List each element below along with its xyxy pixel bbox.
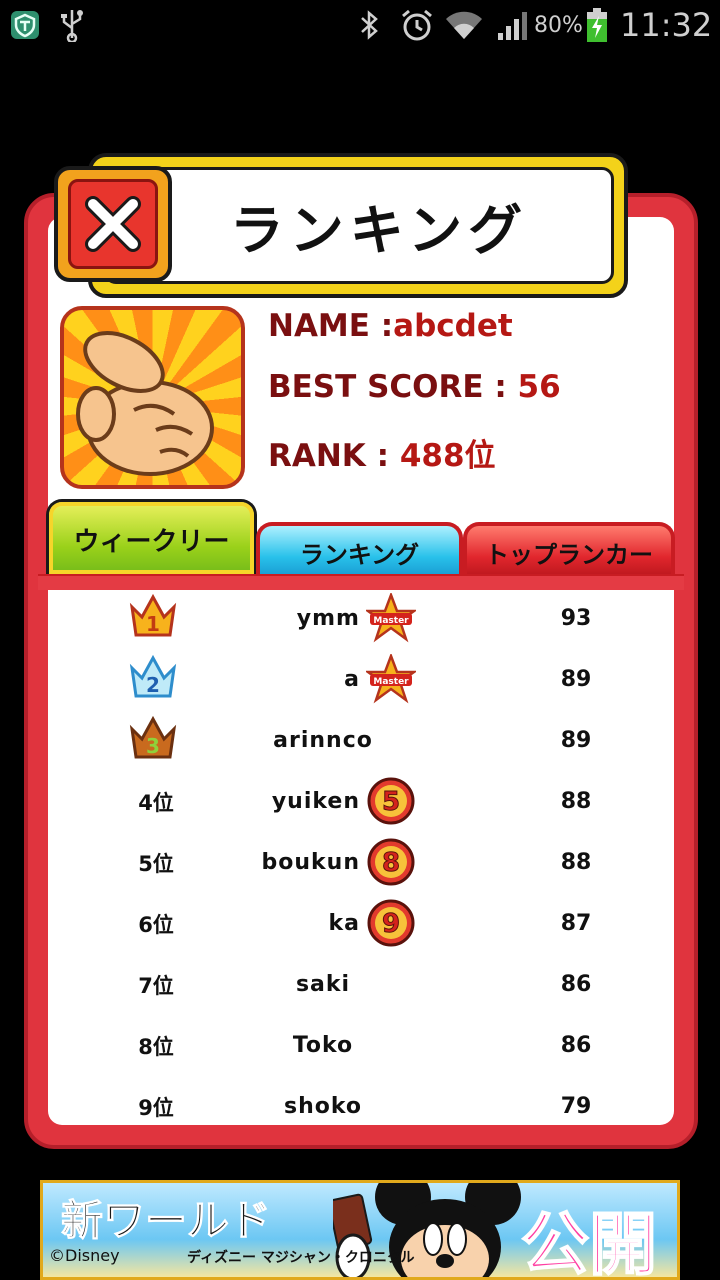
ad-open-text: 公開	[520, 1205, 658, 1280]
rank-label: RANK :	[268, 438, 400, 474]
rank-position: 8位	[138, 1034, 174, 1059]
master-star-badge-icon: Master	[366, 593, 416, 643]
profile-name-value: abcdet	[393, 308, 513, 344]
tab-weekly[interactable]: ウィークリー	[46, 499, 257, 577]
ad-banner[interactable]: 新ワールド 公開 ©Disney ディズニー マジシャン・クロニクル	[40, 1180, 680, 1280]
battery-charging-icon	[584, 8, 610, 42]
player-score: 86	[560, 972, 592, 997]
ranking-row: 9位 shoko 79	[48, 1076, 673, 1128]
ranking-row: 7位 saki 86	[48, 954, 673, 1015]
bluetooth-icon	[354, 8, 384, 42]
crown-rank-number: 1	[146, 612, 160, 636]
pointing-hand-icon	[76, 331, 214, 476]
gold-crown-icon: 1	[129, 593, 177, 637]
shield-icon	[8, 8, 42, 42]
player-score: 89	[560, 667, 592, 692]
close-button[interactable]	[54, 166, 172, 282]
player-name: saki	[295, 972, 351, 997]
level-badge-icon: 9	[367, 899, 415, 947]
ranking-row: 8位 Toko 86	[48, 1015, 673, 1076]
player-score: 86	[560, 1033, 592, 1058]
close-icon	[68, 179, 158, 269]
ranking-row: 5位 boukun 8 88	[48, 832, 673, 893]
best-score-label: BEST SCORE :	[268, 369, 518, 405]
player-score: 89	[560, 728, 592, 753]
rank-position: 5位	[138, 851, 174, 876]
bronze-crown-icon: 3	[129, 715, 177, 759]
profile-name-label: NAME :	[268, 308, 394, 344]
badge-text: Master	[373, 616, 409, 626]
dialog-title: ランキング	[229, 199, 529, 262]
badge-level: 9	[382, 909, 400, 939]
rank-position: 4位	[138, 790, 174, 815]
level-badge-icon: 5	[367, 777, 415, 825]
wifi-icon	[444, 8, 484, 42]
player-name: ymm	[296, 606, 360, 631]
ranking-row: 1 ymm Master 93	[48, 588, 673, 649]
rank-position: 9位	[138, 1095, 174, 1120]
profile-best-score: BEST SCORE : 56	[268, 369, 561, 405]
best-score-value: 56	[517, 369, 561, 405]
badge-level: 8	[382, 848, 400, 878]
player-name: a	[344, 667, 360, 692]
alarm-icon	[398, 8, 436, 42]
signal-icon	[494, 8, 532, 42]
crown-rank-number: 3	[146, 734, 160, 758]
player-score: 79	[560, 1094, 592, 1119]
player-score: 93	[560, 606, 592, 631]
ranking-row: 3 arinnco 89	[48, 710, 673, 771]
silver-crown-icon: 2	[129, 654, 177, 698]
rank-position: 7位	[138, 973, 174, 998]
player-score: 88	[560, 850, 592, 875]
badge-level: 5	[382, 787, 400, 817]
crown-rank-number: 2	[146, 673, 160, 697]
master-star-badge-icon: Master	[366, 654, 416, 704]
profile-rank: RANK : 488位	[268, 430, 496, 475]
title-plate: ランキング	[104, 167, 614, 284]
player-name: boukun	[261, 850, 360, 875]
clock: 11:32	[620, 6, 713, 44]
ranking-row: 6位 ka 9 87	[48, 893, 673, 954]
ranking-row: 2 a Master 89	[48, 649, 673, 710]
rank-value: 488位	[399, 438, 496, 474]
ranking-row: 4位 yuiken 5 88	[48, 771, 673, 832]
player-score: 88	[560, 789, 592, 814]
ad-title: 新ワールド	[60, 1196, 272, 1246]
usb-icon	[56, 8, 88, 42]
status-bar: 80% 11:32	[0, 0, 720, 50]
tab-top-ranker[interactable]: トップランカー	[463, 522, 675, 578]
badge-text: Master	[373, 677, 409, 687]
ranking-list[interactable]: 1 ymm Master 93 2 a Master 89 3 arinnco …	[48, 588, 673, 1128]
player-score: 87	[560, 911, 592, 936]
player-name: arinnco	[273, 728, 373, 753]
tab-ranking[interactable]: ランキング	[256, 522, 463, 578]
player-name: shoko	[283, 1094, 363, 1119]
player-name: yuiken	[271, 789, 360, 814]
ad-copyright: ©Disney	[49, 1246, 120, 1265]
rank-position: 6位	[138, 912, 174, 937]
player-name: Toko	[292, 1033, 354, 1058]
battery-percent: 80%	[534, 13, 583, 38]
player-name: ka	[328, 911, 360, 936]
profile-name: NAME :abcdet	[268, 308, 513, 344]
ad-subtitle: ディズニー マジシャン・クロニクル	[187, 1250, 415, 1266]
level-badge-icon: 8	[367, 838, 415, 886]
player-avatar	[60, 306, 245, 489]
